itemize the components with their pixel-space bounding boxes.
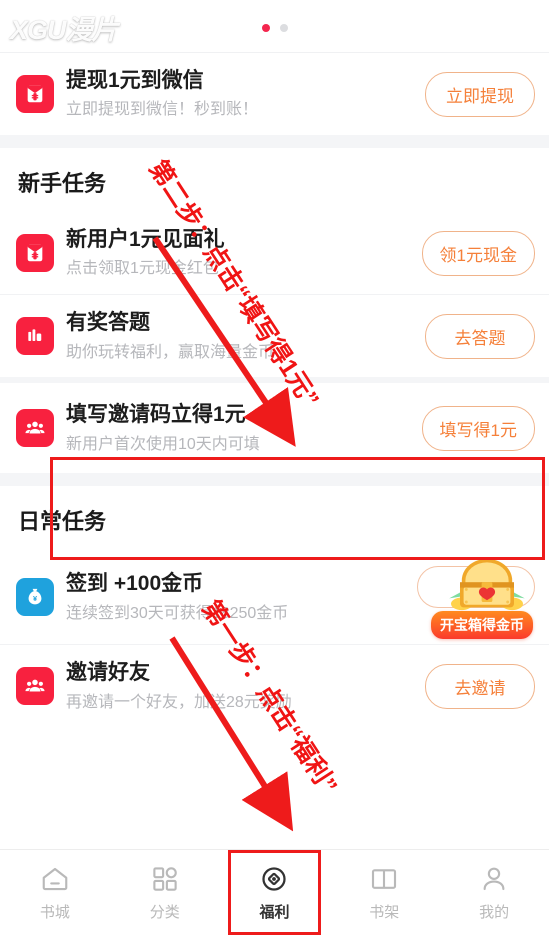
welfare-page: XGU漫片 提现1元到微信 立即提现到微信！秒到账！ 立即提现 新手任务 新用户…	[0, 0, 549, 935]
red-packet-icon	[16, 75, 54, 114]
novice-task-2-button[interactable]: 去答题	[425, 313, 535, 359]
home-icon	[42, 867, 68, 890]
banner-pagination-dots	[261, 24, 288, 32]
tab-bookstore-label: 书城	[39, 903, 70, 921]
chest-label: 开宝箱得金币	[431, 611, 533, 640]
novice-task-2-title: 有奖答题	[66, 311, 150, 335]
novice-task-1-title: 新用户1元见面礼	[66, 228, 225, 252]
money-bag-icon: ¥	[16, 578, 54, 617]
tab-mine[interactable]: 我的	[439, 850, 549, 935]
section-gap-2	[0, 473, 549, 487]
novice-task-2-subtitle: 助你玩转福利，赢取海量金币	[66, 343, 275, 361]
novice-task-1-button[interactable]: 领1元现金	[421, 230, 535, 276]
group-people-icon	[16, 409, 54, 448]
daily-task-1-title: 签到 +100金币	[66, 572, 204, 596]
daily-tasks-heading: 日常任务	[0, 486, 549, 551]
withdraw-title: 提现1元到微信	[66, 69, 204, 92]
treasure-chest-button[interactable]: 开宝箱得金币	[403, 559, 535, 640]
daily-task-2-text: 邀请好友 再邀请一个好友，加送28元奖励	[66, 659, 425, 713]
grid-icon	[153, 866, 177, 891]
novice-task-row-3[interactable]: 填写邀请码立得1元 新用户首次使用10天内可填 填写得1元	[0, 383, 549, 474]
person-icon	[483, 867, 505, 890]
daily-task-2-subtitle: 再邀请一个好友，加送28元奖励	[66, 693, 292, 711]
section-gap-1	[0, 135, 549, 149]
tab-welfare[interactable]: 福利	[220, 850, 330, 935]
novice-task-3-button[interactable]: 填写得1元	[421, 405, 535, 451]
novice-task-row-2[interactable]: 有奖答题 助你玩转福利，赢取海量金币 去答题	[0, 294, 549, 378]
top-banner: XGU漫片	[0, 0, 549, 52]
tab-bookstore[interactable]: 书城	[0, 850, 110, 935]
novice-task-3-title: 填写邀请码立得1元	[66, 403, 246, 427]
book-open-icon	[372, 868, 397, 889]
banner-dot-1[interactable]	[261, 24, 270, 32]
tab-category[interactable]: 分类	[110, 850, 220, 935]
tab-mine-label: 我的	[479, 903, 510, 921]
group-people-icon	[16, 667, 54, 706]
banner-dot-2[interactable]	[279, 24, 288, 32]
tab-bookshelf[interactable]: 书架	[329, 850, 439, 935]
tab-bookshelf-label: 书架	[369, 903, 400, 921]
daily-task-2-button[interactable]: 去邀请	[425, 663, 535, 709]
treasure-chest-icon	[449, 559, 525, 611]
withdraw-subtitle: 立即提现到微信！秒到账！	[66, 101, 259, 119]
novice-task-2-text: 有奖答题 助你玩转福利，赢取海量金币	[66, 309, 425, 363]
tab-welfare-label: 福利	[259, 903, 290, 921]
red-packet-icon	[16, 234, 54, 273]
daily-task-1-subtitle: 连续签到30天可获得18250金币	[66, 604, 289, 622]
daily-task-2-title: 邀请好友	[66, 661, 150, 685]
withdraw-row[interactable]: 提现1元到微信 立即提现到微信！秒到账！ 立即提现	[0, 53, 549, 136]
coin-icon	[262, 866, 287, 891]
daily-task-row-1[interactable]: ¥ 签到 +100金币 连续签到30天可获得18250金币 开宝箱得金币	[0, 550, 549, 645]
bottom-tab-bar: 书城 分类 福利 书架 我的	[0, 849, 549, 935]
watermark-logo: XGU漫片	[10, 15, 119, 45]
novice-tasks-heading: 新手任务	[0, 148, 549, 213]
daily-task-row-2[interactable]: 邀请好友 再邀请一个好友，加送28元奖励 去邀请	[0, 644, 549, 728]
tab-category-label: 分类	[149, 903, 180, 921]
novice-task-3-text: 填写邀请码立得1元 新用户首次使用10天内可填	[66, 401, 422, 455]
chart-books-icon	[16, 317, 54, 356]
novice-task-1-text: 新用户1元见面礼 点击领取1元现金红包	[66, 226, 422, 280]
novice-task-1-subtitle: 点击领取1元现金红包	[66, 260, 219, 278]
withdraw-text: 提现1元到微信 立即提现到微信！秒到账！	[66, 67, 425, 121]
novice-task-3-subtitle: 新用户首次使用10天内可填	[66, 435, 260, 453]
withdraw-button[interactable]: 立即提现	[425, 71, 535, 117]
novice-task-row-1[interactable]: 新用户1元见面礼 点击领取1元现金红包 领1元现金	[0, 212, 549, 295]
daily-task-1-text: 签到 +100金币 连续签到30天可获得18250金币	[66, 570, 403, 624]
